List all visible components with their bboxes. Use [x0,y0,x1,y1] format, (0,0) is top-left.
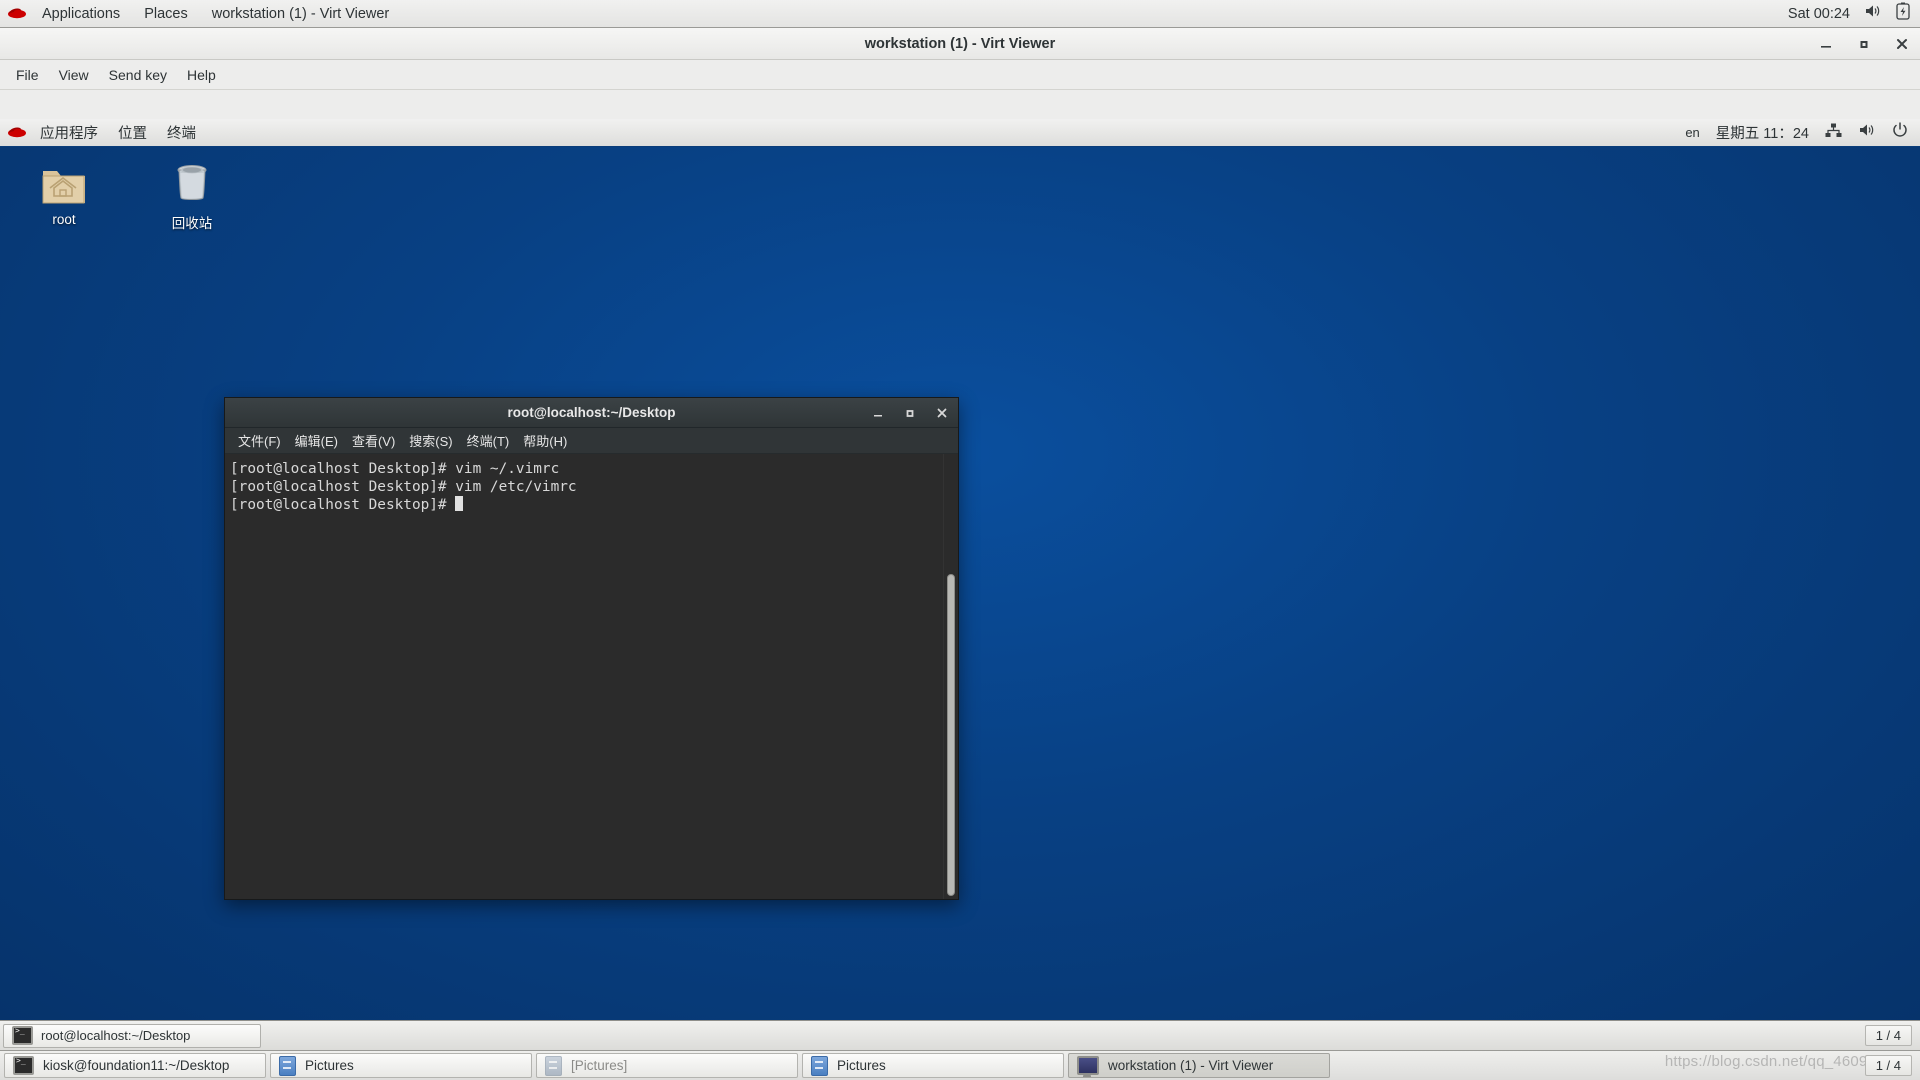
redhat-logo-icon [6,5,28,23]
host-taskbar-item-label: kiosk@foundation11:~/Desktop [43,1058,230,1073]
terminal-line: [root@localhost Desktop]# vim /etc/vimrc [230,479,577,496]
host-taskbar-item-label: workstation (1) - Virt Viewer [1108,1058,1274,1073]
trash-icon [177,165,207,200]
terminal-cursor [455,496,464,512]
menu-help[interactable]: Help [177,63,226,87]
host-panel-left: Applications Places workstation (1) - Vi… [0,2,401,26]
virt-viewer-title: workstation (1) - Virt Viewer [864,35,1056,52]
guest-taskbar: root@localhost:~/Desktop 1 / 4 [0,1020,1920,1050]
input-source-indicator[interactable]: en [1685,125,1699,140]
power-icon[interactable] [1892,122,1908,143]
file-manager-icon [811,1055,828,1076]
host-clock[interactable]: Sat 00:24 [1788,6,1850,22]
terminal-scrollbar[interactable] [943,454,958,899]
terminal-minimize-button[interactable] [870,405,886,421]
guest-clock[interactable]: 星期五 11：24 [1716,122,1809,143]
terminal-menu-view[interactable]: 查看(V) [345,429,402,452]
host-menu-places[interactable]: Places [132,2,200,26]
terminal-prompt-line: [root@localhost Desktop]# [230,497,456,514]
host-taskbar-item-pictures-minimized[interactable]: [Pictures] [536,1053,798,1078]
host-taskbar-item-label: [Pictures] [571,1058,628,1073]
volume-icon[interactable] [1864,3,1882,24]
terminal-menu-terminal[interactable]: 终端(T) [460,429,517,452]
guest-desktop: 应用程序 位置 终端 en 星期五 11：24 root 回收站 root@lo… [0,119,1920,1050]
terminal-window-controls [870,398,950,427]
host-menu-applications[interactable]: Applications [30,2,132,26]
host-panel-right: Sat 00:24 [1788,2,1920,25]
close-button[interactable] [1892,34,1912,54]
host-taskbar-item-terminal[interactable]: kiosk@foundation11:~/Desktop [4,1053,266,1078]
host-top-panel: Applications Places workstation (1) - Vi… [0,0,1920,28]
host-taskbar-item-pictures-2[interactable]: Pictures [802,1053,1064,1078]
desktop-icon-home-folder[interactable]: root [16,163,112,227]
host-taskbar-item-label: Pictures [305,1058,354,1073]
host-taskbar: kiosk@foundation11:~/Desktop Pictures [P… [0,1050,1920,1080]
virt-viewer-window-controls [1816,28,1912,60]
folder-icon [42,171,85,204]
terminal-scrollbar-thumb[interactable] [947,574,955,896]
virt-viewer-window: workstation (1) - Virt Viewer File View … [0,28,1920,1050]
terminal-body[interactable]: [root@localhost Desktop]# vim ~/.vimrc [… [225,454,958,899]
battery-icon[interactable] [1896,2,1910,25]
menu-send-key[interactable]: Send key [99,63,177,87]
guest-top-panel: 应用程序 位置 终端 en 星期五 11：24 [0,119,1920,147]
guest-panel-right: en 星期五 11：24 [1685,122,1920,143]
desktop-icon-label: root [52,212,76,227]
terminal-output[interactable]: [root@localhost Desktop]# vim ~/.vimrc [… [225,454,943,899]
terminal-menu-edit[interactable]: 编辑(E) [288,429,345,452]
volume-icon[interactable] [1858,122,1876,143]
terminal-close-button[interactable] [934,405,950,421]
terminal-line: [root@localhost Desktop]# vim ~/.vimrc [230,461,560,477]
desktop-icon-trash[interactable]: 回收站 [144,161,240,232]
terminal-menubar: 文件(F) 编辑(E) 查看(V) 搜索(S) 终端(T) 帮助(H) [225,428,958,454]
watermark: https://blog.csdn.net/qq_46094 [1664,1053,1876,1070]
virt-viewer-menubar: File View Send key Help [0,60,1920,90]
guest-panel-left: 应用程序 位置 终端 [0,119,206,146]
maximize-button[interactable] [1854,34,1874,54]
host-taskbar-item-pictures-1[interactable]: Pictures [270,1053,532,1078]
network-icon[interactable] [1825,123,1842,143]
file-manager-icon [279,1055,296,1076]
guest-menu-applications[interactable]: 应用程序 [30,119,108,146]
terminal-icon [13,1056,34,1075]
guest-taskbar-item-terminal[interactable]: root@localhost:~/Desktop [3,1023,261,1048]
terminal-menu-file[interactable]: 文件(F) [231,429,288,452]
guest-wallpaper: root 回收站 root@localhost:~/Desktop 文件(F) … [0,147,1920,1020]
terminal-titlebar[interactable]: root@localhost:~/Desktop [225,398,958,428]
minimize-button[interactable] [1816,34,1836,54]
monitor-icon [1077,1056,1099,1077]
host-taskbar-item-virt-viewer[interactable]: workstation (1) - Virt Viewer [1068,1053,1330,1078]
guest-taskbar-item-label: root@localhost:~/Desktop [41,1028,191,1043]
terminal-icon [12,1026,33,1045]
host-taskbar-item-label: Pictures [837,1058,886,1073]
guest-menu-terminal[interactable]: 终端 [157,119,206,146]
menu-view[interactable]: View [49,63,99,87]
terminal-menu-search[interactable]: 搜索(S) [402,429,459,452]
menu-file[interactable]: File [6,63,49,87]
redhat-logo-icon [6,124,28,142]
virt-viewer-titlebar[interactable]: workstation (1) - Virt Viewer [0,28,1920,60]
guest-taskbar-right: 1 / 4 [1864,1025,1920,1046]
desktop-icon-label: 回收站 [171,216,213,231]
guest-menu-places[interactable]: 位置 [108,119,157,146]
terminal-menu-help[interactable]: 帮助(H) [516,429,574,452]
screen-root: Applications Places workstation (1) - Vi… [0,0,1920,1080]
host-workspace-pager[interactable]: 1 / 4 [1864,1055,1912,1076]
host-window-title[interactable]: workstation (1) - Virt Viewer [200,2,402,26]
file-manager-icon [545,1055,562,1076]
terminal-title: root@localhost:~/Desktop [507,405,676,420]
terminal-window: root@localhost:~/Desktop 文件(F) 编辑(E) 查看(… [224,397,959,900]
guest-workspace-pager[interactable]: 1 / 4 [1864,1025,1912,1046]
terminal-maximize-button[interactable] [902,405,918,421]
